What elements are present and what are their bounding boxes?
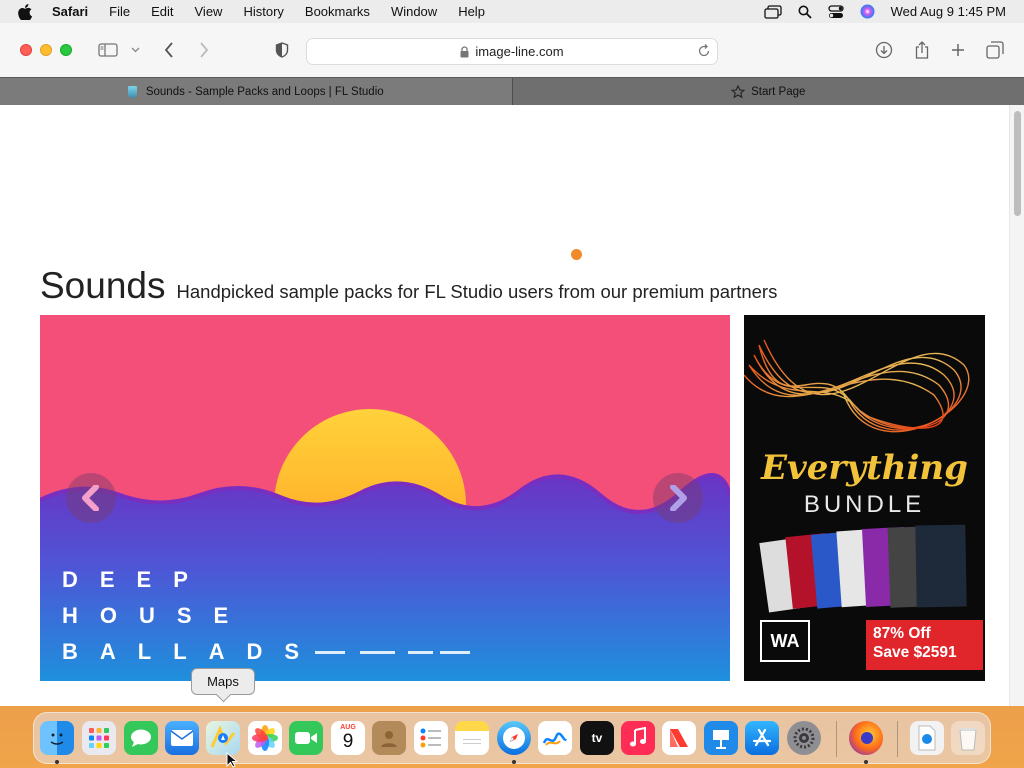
loading-indicator — [571, 249, 582, 260]
finder-icon[interactable] — [40, 721, 74, 755]
calendar-icon[interactable]: AUG 9 — [331, 721, 365, 755]
tab-label: Sounds - Sample Packs and Loops | FL Stu… — [145, 85, 384, 98]
tab-bar: Sounds - Sample Packs and Loops | FL Stu… — [0, 77, 1024, 105]
menu-history[interactable]: History — [243, 4, 283, 19]
zoom-window-button[interactable] — [60, 44, 72, 56]
dock-divider — [836, 721, 837, 757]
downloads-stack-icon[interactable] — [910, 721, 944, 755]
trash-icon[interactable] — [951, 721, 985, 755]
menu-help[interactable]: Help — [458, 4, 485, 19]
photos-icon[interactable] — [248, 721, 282, 755]
menu-bar: Safari File Edit View History Bookmarks … — [0, 0, 1024, 23]
slider-prev-button[interactable] — [66, 473, 116, 523]
contacts-icon[interactable] — [372, 721, 406, 755]
address-bar-url: image-line.com — [475, 44, 564, 59]
music-icon[interactable] — [621, 721, 655, 755]
ad-title: Everything — [761, 448, 968, 488]
featured-slider[interactable]: DEEP HOUSE BALLADS — [40, 315, 730, 681]
menu-file[interactable]: File — [109, 4, 130, 19]
fl-studio-favicon-icon — [127, 85, 137, 98]
menu-edit[interactable]: Edit — [151, 4, 173, 19]
ad-deal-badge: 87% Off Save $2591 — [866, 620, 983, 670]
arrow-left-icon — [82, 485, 99, 511]
system-settings-icon[interactable] — [787, 721, 821, 755]
freeform-icon[interactable] — [538, 721, 572, 755]
page-scrollbar[interactable] — [1009, 105, 1024, 706]
privacy-shield-icon[interactable] — [272, 23, 292, 77]
tab-overview-icon[interactable] — [985, 23, 1005, 77]
deal-savings: Save $2591 — [873, 644, 957, 661]
reload-icon[interactable] — [697, 44, 711, 58]
deal-discount: 87% Off — [873, 625, 931, 642]
maps-icon[interactable] — [206, 721, 240, 755]
address-bar[interactable]: image-line.com — [306, 38, 718, 65]
running-indicator — [512, 760, 516, 764]
ad-subtitle: BUNDLE — [803, 491, 926, 518]
slide-title: DEEP HOUSE BALLADS — [62, 562, 321, 670]
firefox-icon[interactable] — [849, 721, 883, 755]
slide-title-line: DEEP — [62, 567, 210, 592]
running-indicator — [864, 760, 868, 764]
chevron-down-icon[interactable] — [128, 23, 142, 77]
launchpad-icon[interactable] — [82, 721, 116, 755]
tv-label: tv — [591, 731, 603, 745]
back-button[interactable] — [160, 23, 178, 77]
tab-sounds[interactable]: Sounds - Sample Packs and Loops | FL Stu… — [0, 78, 513, 105]
arrow-right-icon — [670, 485, 687, 511]
notes-icon[interactable] — [455, 721, 489, 755]
downloads-icon[interactable] — [874, 23, 894, 77]
forward-button[interactable] — [195, 23, 213, 77]
page-title: Sounds Handpicked sample packs for FL St… — [40, 265, 777, 307]
slider-next-button[interactable] — [653, 473, 703, 523]
spotlight-search-icon[interactable] — [798, 5, 812, 19]
safari-window: image-line.com Sounds - Sample Packs and… — [0, 23, 1024, 706]
dock-divider — [897, 721, 898, 757]
mail-icon[interactable] — [165, 721, 199, 755]
scrollbar-thumb[interactable] — [1014, 111, 1021, 216]
news-icon[interactable] — [662, 721, 696, 755]
bundle-ad-banner[interactable]: Everything BUNDLE WA 87% Off Save $2591 — [744, 315, 985, 681]
tab-label: Start Page — [751, 85, 806, 98]
browser-toolbar: image-line.com — [0, 23, 1024, 77]
slide-title-line: HOUSE — [62, 603, 251, 628]
page-subheading: Handpicked sample packs for FL Studio us… — [176, 281, 778, 302]
safari-icon[interactable] — [497, 721, 531, 755]
facetime-icon[interactable] — [289, 721, 323, 755]
page-heading: Sounds — [40, 265, 166, 306]
slide-title-line: BALLADS — [62, 639, 322, 664]
menu-app-safari[interactable]: Safari — [52, 4, 88, 19]
star-icon — [731, 84, 746, 99]
menu-bookmarks[interactable]: Bookmarks — [305, 4, 370, 19]
new-tab-icon[interactable] — [948, 23, 968, 77]
dock: AUG 9 tv — [33, 712, 991, 764]
apple-tv-icon[interactable]: tv — [580, 721, 614, 755]
dock-tooltip: Maps — [191, 668, 255, 695]
screen-mirroring-icon[interactable] — [763, 4, 782, 19]
menu-view[interactable]: View — [195, 4, 223, 19]
mouse-cursor-icon — [226, 752, 238, 768]
running-indicator — [55, 760, 59, 764]
siri-icon[interactable] — [860, 4, 875, 19]
app-store-icon[interactable] — [745, 721, 779, 755]
close-window-button[interactable] — [20, 44, 32, 56]
menu-window[interactable]: Window — [391, 4, 437, 19]
minimize-window-button[interactable] — [40, 44, 52, 56]
window-controls — [20, 44, 72, 56]
calendar-day: 9 — [342, 731, 354, 752]
sidebar-toggle-icon[interactable] — [96, 23, 120, 77]
tab-start-page[interactable]: Start Page — [513, 78, 1024, 105]
reminders-icon[interactable] — [414, 721, 448, 755]
menubar-clock[interactable]: Wed Aug 9 1:45 PM — [891, 4, 1006, 19]
messages-icon[interactable] — [124, 721, 158, 755]
share-icon[interactable] — [912, 23, 932, 77]
control-center-icon[interactable] — [827, 4, 844, 19]
wa-production-logo: WA — [760, 620, 810, 662]
keynote-icon[interactable] — [704, 721, 738, 755]
apple-icon[interactable] — [18, 3, 36, 20]
web-page: Sounds Handpicked sample packs for FL St… — [0, 105, 1024, 706]
lock-icon — [460, 45, 469, 58]
